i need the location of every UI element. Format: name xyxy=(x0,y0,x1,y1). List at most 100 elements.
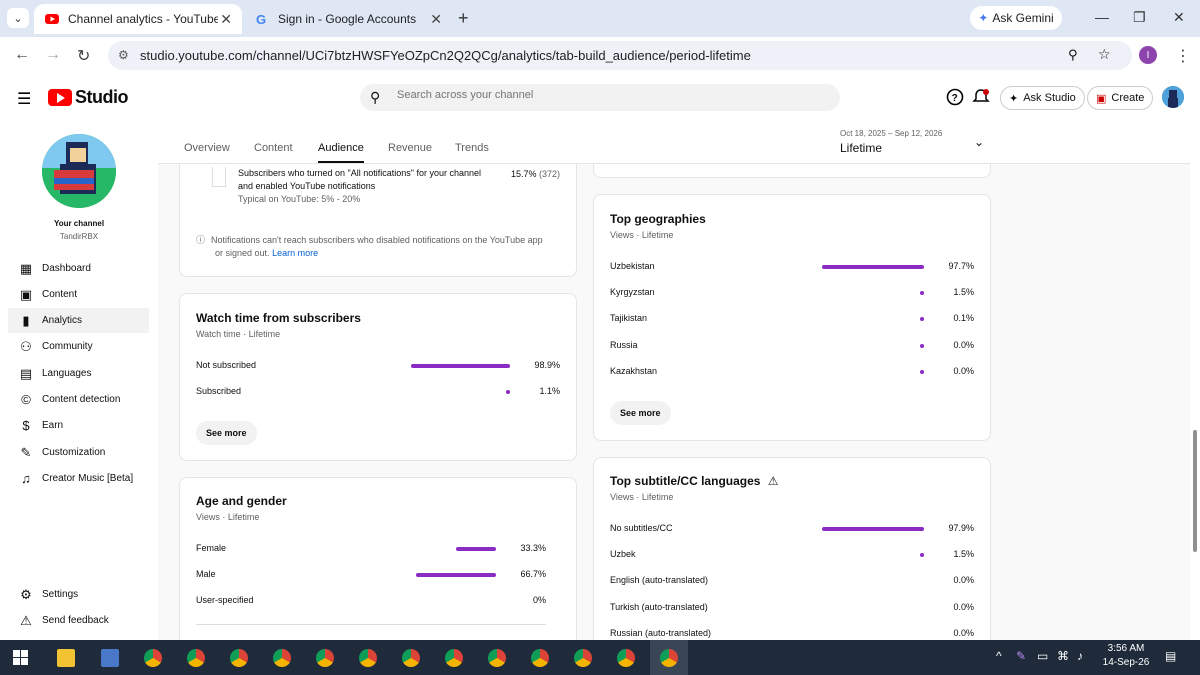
row-bar xyxy=(416,573,496,577)
chrome-icon[interactable] xyxy=(445,649,463,667)
notifications-bell-icon[interactable] xyxy=(972,88,990,106)
chrome-icon[interactable] xyxy=(660,649,678,667)
browser-tab-analytics[interactable]: Channel analytics - YouTube Stu ✕ xyxy=(34,4,242,34)
ask-gemini-button[interactable]: ✦ Ask Gemini xyxy=(970,6,1062,30)
card-title: Watch time from subscribers xyxy=(196,311,361,325)
dashboard-icon: ▦ xyxy=(19,260,33,276)
network-icon[interactable]: ⌘ xyxy=(1057,649,1069,663)
chevron-up-icon[interactable]: ^ xyxy=(996,649,1002,663)
studio-logo-text[interactable]: Studio xyxy=(75,87,129,108)
scrollbar-thumb[interactable] xyxy=(1193,430,1197,552)
forward-arrow-icon[interactable]: → xyxy=(45,46,61,64)
sidebar-item-creator-music[interactable]: ♫ Creator Music [Beta] xyxy=(8,466,149,491)
card-subtitle: Watch time · Lifetime xyxy=(196,329,281,339)
row-bar xyxy=(920,291,924,295)
sidebar-item-customization[interactable]: ✎ Customization xyxy=(8,440,149,465)
row-value: 66.7% xyxy=(520,569,546,579)
calculator-icon[interactable] xyxy=(101,649,119,667)
close-tab-icon[interactable]: ✕ xyxy=(430,11,442,28)
sidebar-item-community[interactable]: ⚇ Community xyxy=(8,334,149,359)
watch-time-card: Watch time from subscribers Watch time ·… xyxy=(179,293,577,461)
omnibox[interactable]: ⚙ studio.youtube.com/channel/UCi7btzHWSF… xyxy=(108,41,1132,70)
reload-icon[interactable]: ↻ xyxy=(77,46,90,66)
minimize-icon[interactable]: — xyxy=(1095,9,1109,25)
hamburger-menu-icon[interactable]: ☰ xyxy=(17,89,31,109)
search-box[interactable]: ⚲ xyxy=(360,84,840,111)
volume-icon[interactable]: ♪ xyxy=(1077,649,1083,663)
restore-icon[interactable]: ❐ xyxy=(1133,9,1146,26)
avatar-image xyxy=(1162,86,1184,108)
sidebar-item-label: Community xyxy=(42,341,93,352)
account-avatar[interactable] xyxy=(1162,86,1184,108)
tab-content[interactable]: Content xyxy=(254,142,293,154)
row-value: 97.9% xyxy=(948,523,974,533)
period-selector[interactable]: Oct 18, 2025 – Sep 12, 2026 Lifetime xyxy=(840,129,942,155)
new-tab-icon[interactable]: + xyxy=(458,8,469,29)
page-scrollbar[interactable] xyxy=(1190,122,1200,640)
youtube-logo-icon[interactable] xyxy=(48,89,72,106)
browser-menu-icon[interactable]: ⋮ xyxy=(1175,46,1191,66)
chrome-icon[interactable] xyxy=(187,649,205,667)
cc-row-4: Russian (auto-translated) 0.0% xyxy=(610,628,974,640)
taskbar-clock[interactable]: 3:56 AM 14-Sep-26 xyxy=(1098,643,1154,668)
help-icon[interactable]: ? xyxy=(946,88,964,106)
warning-icon[interactable]: ⚠ xyxy=(768,474,779,488)
close-tab-icon[interactable]: ✕ xyxy=(220,11,232,28)
tab-search-button[interactable]: ⌄ xyxy=(7,8,29,28)
chrome-icon[interactable] xyxy=(230,649,248,667)
create-button[interactable]: ▣ Create xyxy=(1087,86,1154,110)
chrome-icon[interactable] xyxy=(359,649,377,667)
chrome-icon[interactable] xyxy=(316,649,334,667)
zoom-icon[interactable]: ⚲ xyxy=(1068,47,1078,63)
windows-start-icon[interactable] xyxy=(13,650,28,665)
ask-studio-button[interactable]: ✦ Ask Studio xyxy=(1000,86,1085,110)
sidebar-item-feedback[interactable]: ⚠ Send feedback xyxy=(8,608,149,633)
subtitles-card: Top subtitle/CC languages ⚠ Views · Life… xyxy=(593,457,991,640)
battery-icon[interactable]: ▭ xyxy=(1037,649,1048,663)
tab-revenue[interactable]: Revenue xyxy=(388,142,432,154)
chevron-down-icon[interactable]: ⌄ xyxy=(974,135,984,149)
profile-avatar[interactable]: I xyxy=(1139,46,1157,64)
pen-icon[interactable]: ✎ xyxy=(1016,649,1026,663)
close-window-icon[interactable]: ✕ xyxy=(1173,9,1185,26)
search-input[interactable] xyxy=(397,89,817,101)
row-value: 1.5% xyxy=(953,287,974,297)
sidebar-item-earn[interactable]: $ Earn xyxy=(8,413,149,438)
sidebar-item-languages[interactable]: ▤ Languages xyxy=(8,361,149,386)
chrome-icon[interactable] xyxy=(273,649,291,667)
chrome-icon[interactable] xyxy=(531,649,549,667)
channel-avatar[interactable] xyxy=(42,134,116,208)
file-explorer-icon[interactable] xyxy=(57,649,75,667)
sidebar-item-content[interactable]: ▣ Content xyxy=(8,282,149,307)
site-info-icon[interactable]: ⚙ xyxy=(118,48,129,62)
chrome-icon[interactable] xyxy=(574,649,592,667)
see-more-button[interactable]: See more xyxy=(196,421,257,445)
see-more-button[interactable]: See more xyxy=(610,401,671,425)
chrome-icon[interactable] xyxy=(402,649,420,667)
chrome-icon[interactable] xyxy=(144,649,162,667)
back-arrow-icon[interactable]: ← xyxy=(14,46,30,64)
tab-overview[interactable]: Overview xyxy=(184,142,230,154)
sidebar-item-settings[interactable]: ⚙ Settings xyxy=(8,582,149,607)
bookmark-star-icon[interactable]: ☆ xyxy=(1098,46,1111,63)
notifications-info: ⓘ Notifications can't reach subscribers w… xyxy=(196,234,543,260)
chrome-icon[interactable] xyxy=(617,649,635,667)
row-label: Turkish (auto-translated) xyxy=(610,602,708,612)
learn-more-link[interactable]: Learn more xyxy=(272,248,318,258)
sidebar-item-analytics[interactable]: ▮ Analytics xyxy=(8,308,149,333)
row-label: Female xyxy=(196,543,227,553)
chrome-icon[interactable] xyxy=(488,649,506,667)
browser-tab-strip: ⌄ Channel analytics - YouTube Stu ✕ G Si… xyxy=(0,0,1200,37)
age-row-2: User-specified 0% xyxy=(196,595,546,609)
row-value: 0.0% xyxy=(953,602,974,612)
sidebar-item-dashboard[interactable]: ▦ Dashboard xyxy=(8,256,149,281)
notification-center-icon[interactable]: ▤ xyxy=(1165,649,1176,663)
tab-audience[interactable]: Audience xyxy=(318,142,364,163)
row-label: English (auto-translated) xyxy=(610,575,709,585)
row-bar xyxy=(456,547,496,551)
clock-time: 3:56 AM xyxy=(1107,643,1145,654)
tab-trends[interactable]: Trends xyxy=(455,142,489,154)
browser-tab-google[interactable]: G Sign in - Google Accounts ✕ xyxy=(244,4,452,34)
url-text[interactable]: studio.youtube.com/channel/UCi7btzHWSFYe… xyxy=(140,48,751,63)
sidebar-item-content-detection[interactable]: © Content detection xyxy=(8,387,149,412)
